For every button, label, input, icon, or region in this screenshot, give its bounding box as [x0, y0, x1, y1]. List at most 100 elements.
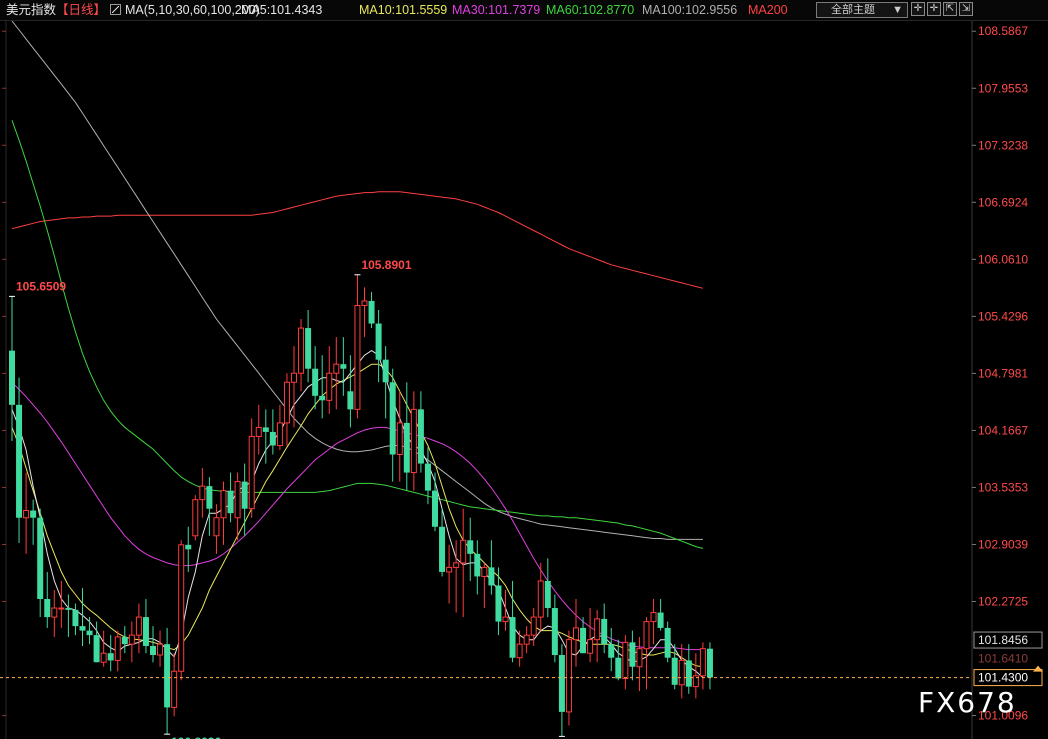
theme-dropdown[interactable]: 全部主题 ▼ — [816, 2, 908, 18]
candle-body — [206, 486, 213, 509]
move-icon[interactable]: ✛ — [927, 2, 941, 16]
y-tick-label: 107.3238 — [978, 138, 1028, 152]
low-label: 100.8036 — [171, 735, 221, 739]
zoom-out-icon[interactable]: ⇲ — [959, 2, 973, 16]
candle-body — [86, 630, 93, 636]
candle-body — [565, 639, 572, 713]
candle-body — [192, 499, 199, 537]
candle-body — [537, 580, 544, 618]
crosshair-icon[interactable]: ✛ — [911, 2, 925, 16]
candle-body — [664, 627, 671, 658]
candle-body — [164, 644, 171, 708]
candle-body — [79, 626, 86, 631]
candle-body — [551, 608, 558, 656]
candle-body — [227, 490, 234, 514]
candle-body — [495, 585, 502, 622]
candle-body — [93, 635, 100, 663]
candle-body — [439, 526, 446, 572]
ma-params-label: MA(5,10,30,60,100,200) — [125, 3, 260, 17]
high-label: 105.8901 — [361, 258, 411, 272]
candle-body — [220, 490, 227, 519]
candle-body — [685, 660, 692, 687]
candle-body — [608, 644, 615, 658]
candle-body — [636, 648, 643, 668]
candle-body — [432, 490, 438, 527]
candle-body — [601, 618, 608, 645]
chart-header: 美元指数 【日线】 MA(5,10,30,60,100,200) MA5:101… — [0, 0, 1048, 21]
y-tick-label: 105.4296 — [978, 309, 1028, 323]
period-label[interactable]: 【日线】 — [56, 0, 106, 20]
watermark-logo: FX678 — [918, 686, 1017, 719]
candle-body — [509, 617, 516, 658]
candle-body — [135, 616, 142, 636]
candle-body — [291, 372, 297, 383]
candlestick-chart[interactable]: 108.5867 107.9553 107.3238 106.6924 106.0610… — [0, 21, 1048, 739]
candle-body — [276, 422, 283, 446]
candle-body — [361, 300, 368, 306]
ma60-value: MA60:102.8770 — [546, 3, 635, 17]
ma200-line — [11, 191, 704, 289]
candle-body — [269, 431, 276, 446]
candle-body — [340, 364, 347, 369]
candle-body — [410, 408, 417, 474]
current-price-arrow-icon — [1033, 665, 1043, 672]
y-tick-label: 106.6924 — [978, 195, 1028, 209]
candle-body — [594, 618, 601, 641]
candle-body — [283, 381, 290, 424]
candle-body — [516, 643, 523, 659]
y-tick-label: 108.5867 — [978, 24, 1028, 38]
ma200-value: MA200 — [748, 3, 788, 17]
high-label: 105.6509 — [16, 279, 66, 293]
candle-body — [354, 304, 361, 410]
candle-body — [51, 607, 58, 618]
candle-body — [389, 382, 396, 455]
candle-body — [65, 608, 72, 610]
candle-body — [100, 652, 107, 663]
ma30-line — [11, 381, 703, 651]
candle-body — [382, 359, 389, 383]
candle-body — [107, 653, 114, 661]
theme-dropdown-label: 全部主题 — [831, 4, 875, 16]
zoom-in-icon[interactable]: ⇱ — [943, 2, 957, 16]
candle-body — [185, 544, 192, 550]
candle-body — [488, 567, 495, 586]
candle-body — [558, 655, 565, 712]
candle-body — [128, 634, 135, 645]
candle-body — [157, 643, 164, 656]
candle-body — [150, 645, 156, 656]
indicator-icon[interactable] — [110, 4, 121, 15]
candle-body — [481, 566, 488, 577]
ma-price-label: 101.8456 — [978, 633, 1028, 647]
candle-body — [396, 422, 403, 456]
y-tick-label: 103.5353 — [978, 480, 1028, 494]
candle-body — [72, 609, 79, 627]
candle-body — [368, 300, 375, 324]
chart-window: { "header": { "title": "美元指数", "period":… — [0, 0, 1048, 739]
candle-body — [347, 391, 354, 410]
candle-body — [467, 540, 474, 554]
candle-body — [199, 485, 206, 501]
candle-body — [622, 641, 629, 679]
candle-body — [615, 657, 622, 679]
candle-body — [37, 517, 44, 600]
candle-body — [241, 481, 248, 509]
ma5-value: MA5:101.4343 — [241, 3, 323, 17]
candle-body — [121, 636, 128, 645]
candle-body — [650, 612, 657, 623]
y-tick-label: 102.2725 — [978, 594, 1028, 608]
candle-body — [234, 481, 241, 519]
candle-body — [657, 612, 664, 628]
y-tick-label: 102.9039 — [978, 537, 1028, 551]
current-price-label: 101.4300 — [978, 671, 1028, 685]
candle-body — [171, 670, 178, 708]
candle-body — [255, 426, 262, 437]
candle-body — [403, 422, 410, 473]
candle-body — [474, 553, 481, 577]
candle-body — [142, 617, 149, 646]
y-tick-label: 107.9553 — [978, 81, 1028, 95]
candle-body — [706, 648, 713, 678]
candle-body — [305, 328, 312, 369]
candle-body — [58, 607, 65, 610]
candle-body — [460, 539, 467, 564]
candle-body — [23, 510, 30, 519]
